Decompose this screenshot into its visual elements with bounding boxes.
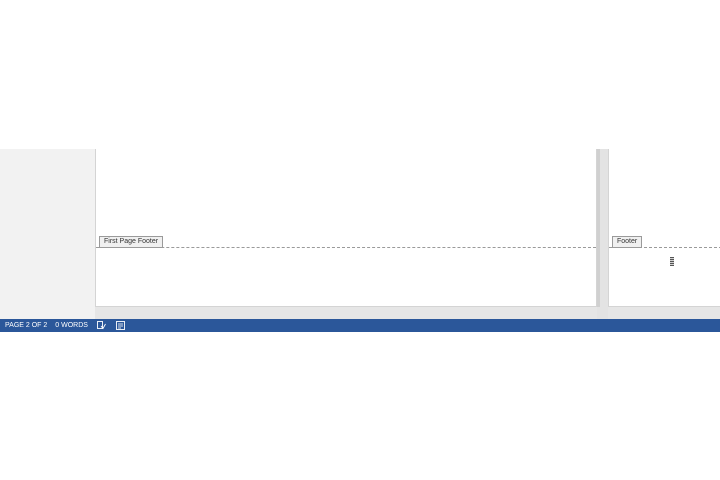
word-window: First Page Footer Footer PAGE 2 OF 2 0 W… bbox=[0, 0, 720, 480]
footer-tab[interactable]: Footer bbox=[612, 236, 643, 248]
page-gap-shadow bbox=[597, 149, 600, 307]
status-bar: PAGE 2 OF 2 0 WORDS bbox=[0, 319, 720, 332]
page-indicator[interactable]: PAGE 2 OF 2 bbox=[0, 319, 51, 332]
text-cursor-icon bbox=[670, 257, 674, 266]
footer-boundary-line bbox=[96, 247, 596, 248]
document-page-1[interactable]: First Page Footer bbox=[95, 149, 597, 307]
document-page-2[interactable]: Footer bbox=[608, 149, 720, 307]
macro-recording-icon[interactable] bbox=[116, 321, 125, 330]
left-gutter bbox=[0, 149, 95, 319]
document-workspace[interactable]: First Page Footer Footer bbox=[0, 149, 720, 319]
word-count[interactable]: 0 WORDS bbox=[51, 319, 92, 332]
first-page-footer-tab[interactable]: First Page Footer bbox=[99, 236, 164, 248]
proofing-icon[interactable] bbox=[97, 321, 106, 330]
